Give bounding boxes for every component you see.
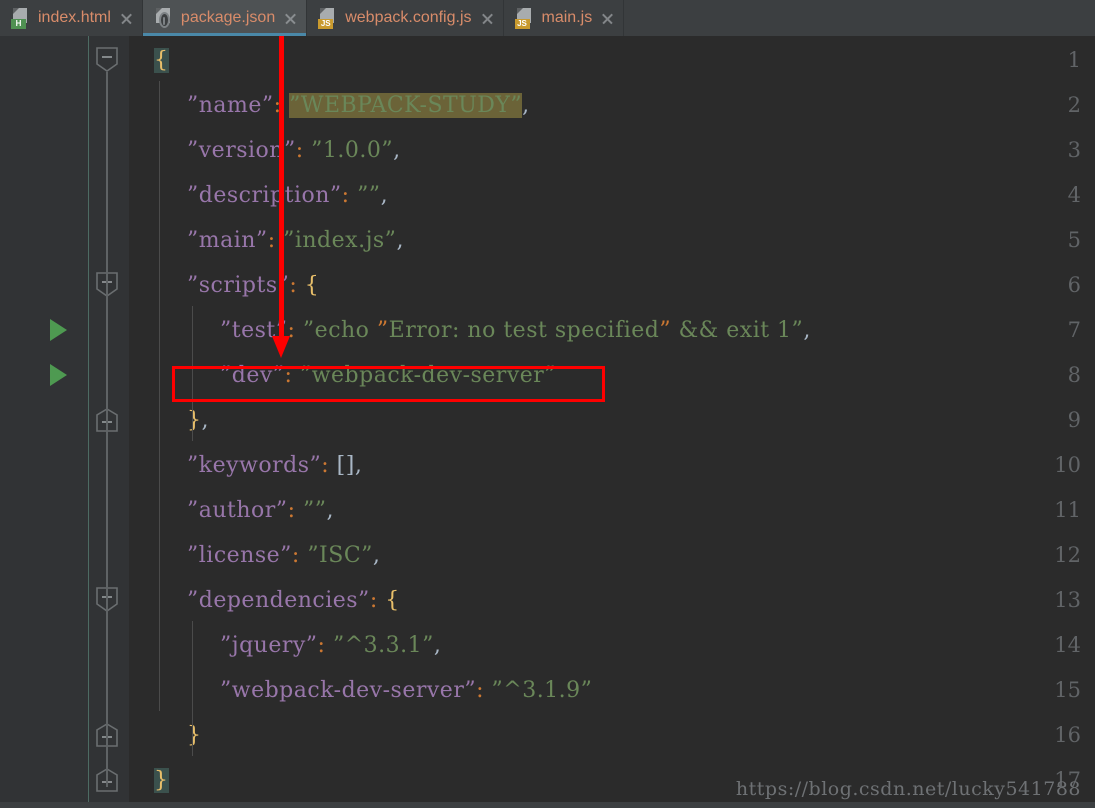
js-file-icon: JS <box>318 7 337 29</box>
code-line[interactable]: ”dev”: ”webpack-dev-server” <box>220 353 556 398</box>
js-file-badge: JS <box>514 19 530 29</box>
code-line[interactable]: ”keywords”: [], <box>187 443 362 488</box>
html-file-badge: H <box>11 19 26 29</box>
tab-webpack-config-js[interactable]: JS webpack.config.js <box>307 0 504 36</box>
close-icon[interactable] <box>284 12 297 25</box>
watermark-url: https://blog.csdn.net/lucky541788 <box>735 778 1081 800</box>
code-editor[interactable]: 1 2 3 4 5 6 7 8 9 10 11 12 13 14 15 16 17 {”name”: ”WEBP… <box>0 36 1095 808</box>
code-line[interactable]: ”version”: ”1.0.0”, <box>187 128 401 173</box>
code-line[interactable]: }, <box>187 398 209 443</box>
tab-label: webpack.config.js <box>345 9 472 26</box>
code-line[interactable]: ”webpack-dev-server”: ”^3.1.9” <box>220 668 592 713</box>
code-line[interactable]: ”author”: ””, <box>187 488 334 533</box>
close-icon[interactable] <box>601 12 614 25</box>
code-line[interactable]: ”main”: ”index.js”, <box>187 218 404 263</box>
editor-tab-bar: H index.html package.json JS webpack.con… <box>0 0 1095 36</box>
close-icon[interactable] <box>481 12 494 25</box>
matched-brace: } <box>154 768 169 793</box>
code-line[interactable]: ”test”: ”echo ”Error: no test specified”… <box>220 308 811 353</box>
code-line[interactable]: ”description”: ””, <box>187 173 388 218</box>
tab-label: package.json <box>180 9 276 26</box>
tab-main-js[interactable]: JS main.js <box>503 0 625 36</box>
js-file-icon: JS <box>514 7 534 29</box>
line-number-gutter[interactable] <box>0 36 88 808</box>
code-content[interactable]: { ”name”: ”WEBPACK-STUDY”, ”version”: ”1.0… <box>128 36 1095 808</box>
run-script-icon[interactable] <box>50 364 67 386</box>
close-icon[interactable] <box>120 12 133 25</box>
annotation-arrow-shaft <box>279 36 284 338</box>
tab-label: index.html <box>38 9 111 26</box>
code-line[interactable]: ”jquery”: ”^3.3.1”, <box>220 623 441 668</box>
fold-region-line <box>106 297 108 412</box>
matched-brace: { <box>154 48 169 73</box>
code-line[interactable]: } <box>187 713 202 758</box>
annotation-arrow-head <box>272 336 290 358</box>
run-script-icon[interactable] <box>50 319 67 341</box>
status-bar <box>0 802 1095 808</box>
code-line[interactable]: ”license”: ”ISC”, <box>187 533 380 578</box>
fold-region-line <box>106 612 108 727</box>
code-line[interactable]: ”name”: ”WEBPACK-STUDY”, <box>187 83 530 128</box>
tab-package-json[interactable]: package.json <box>142 0 308 36</box>
indent-guide <box>159 81 160 711</box>
indent-guide <box>192 306 193 441</box>
indent-guide <box>192 621 193 756</box>
code-line[interactable]: { <box>154 38 169 83</box>
js-file-badge: JS <box>318 19 334 29</box>
fold-toggle-icon[interactable] <box>96 47 118 73</box>
json-file-icon <box>154 7 173 29</box>
html-file-icon: H <box>11 7 30 29</box>
tab-index-html[interactable]: H index.html <box>0 0 143 36</box>
code-line[interactable]: ”dependencies”: { <box>187 578 400 623</box>
code-line[interactable]: } <box>154 758 169 803</box>
ide-window: H index.html package.json JS webpack.con… <box>0 0 1095 808</box>
code-line[interactable]: ”scripts”: { <box>187 263 319 308</box>
tab-label: main.js <box>541 9 593 26</box>
selected-string: ”WEBPACK-STUDY” <box>289 93 523 118</box>
